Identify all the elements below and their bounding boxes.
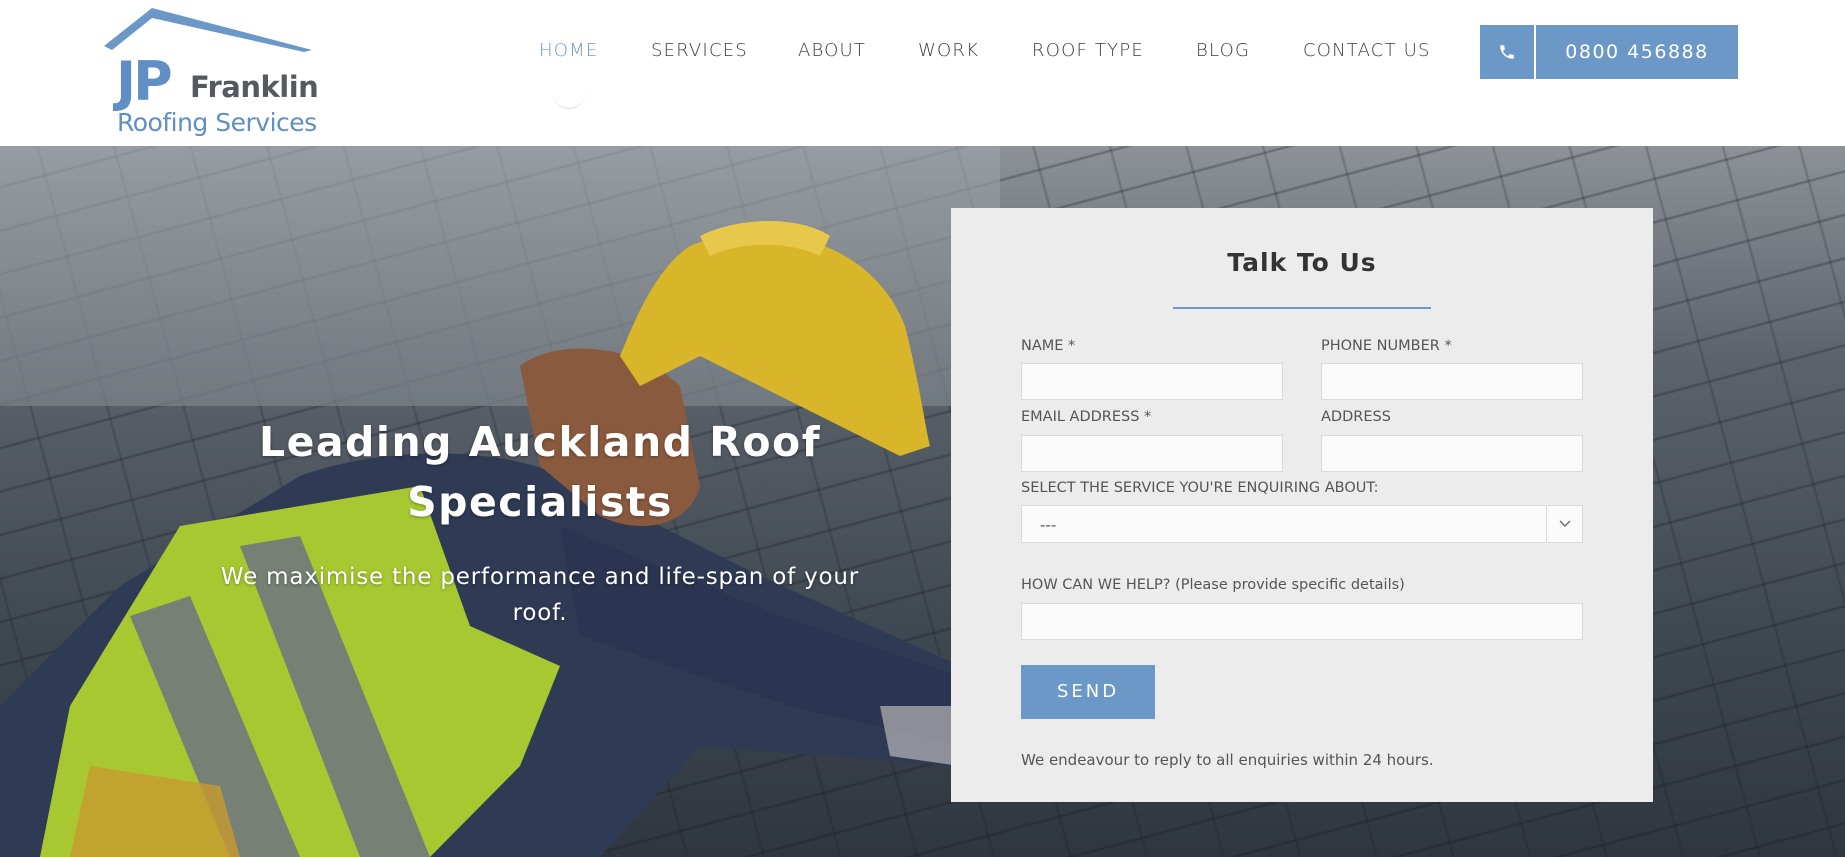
site-header: JP Franklin Roofing Services HOME SERVIC… [0, 0, 1845, 146]
service-label: SELECT THE SERVICE YOU'RE ENQUIRING ABOU… [1021, 480, 1379, 496]
service-selected-value: --- [1040, 516, 1057, 534]
phone-icon [1480, 25, 1536, 79]
nav-contact-us[interactable]: CONTACT US [1303, 40, 1431, 61]
nav-services[interactable]: SERVICES [651, 40, 748, 61]
site-logo[interactable]: JP Franklin Roofing Services [100, 8, 320, 137]
active-nav-indicator [553, 93, 585, 109]
logo-jp: JP [116, 50, 173, 113]
email-input[interactable] [1021, 435, 1283, 472]
nav-roof-type[interactable]: ROOF TYPE [1032, 40, 1144, 61]
form-title: Talk To Us [1227, 248, 1377, 277]
phone-call-button[interactable]: 0800 456888 [1480, 25, 1738, 79]
form-title-underline [1173, 307, 1431, 309]
send-button[interactable]: SEND [1021, 665, 1155, 719]
logo-subtitle: Roofing Services [117, 108, 317, 137]
logo-franklin: Franklin [190, 70, 319, 104]
address-label: ADDRESS [1321, 409, 1391, 425]
nav-blog[interactable]: BLOG [1196, 40, 1250, 61]
name-label: NAME * [1021, 338, 1076, 354]
address-input[interactable] [1321, 435, 1583, 472]
service-select[interactable]: --- [1021, 505, 1583, 543]
reply-note: We endeavour to reply to all enquiries w… [1021, 751, 1434, 769]
help-input[interactable] [1021, 603, 1583, 640]
phone-number: 0800 456888 [1565, 41, 1709, 63]
nav-about[interactable]: ABOUT [798, 40, 866, 61]
hero-title: Leading Auckland Roof Specialists [258, 418, 822, 526]
chevron-down-icon[interactable] [1546, 506, 1582, 542]
nav-home[interactable]: HOME [539, 40, 598, 61]
help-label: HOW CAN WE HELP? (Please provide specifi… [1021, 577, 1405, 593]
contact-form: Talk To Us NAME * PHONE NUMBER * EMAIL A… [951, 208, 1653, 802]
roof-logo-icon [104, 8, 312, 52]
phone-label: PHONE NUMBER * [1321, 338, 1452, 354]
email-label: EMAIL ADDRESS * [1021, 409, 1152, 425]
phone-input[interactable] [1321, 363, 1583, 400]
nav-work[interactable]: WORK [918, 40, 979, 61]
hero-subtitle: We maximise the performance and life-spa… [220, 564, 860, 626]
name-input[interactable] [1021, 363, 1283, 400]
